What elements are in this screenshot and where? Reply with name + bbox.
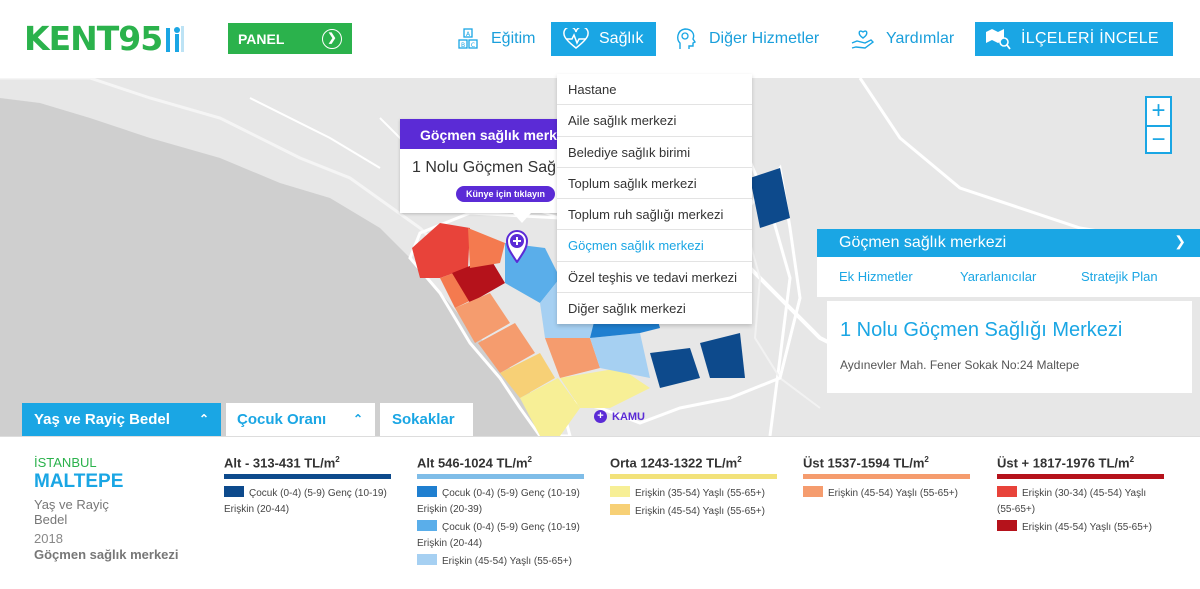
info-panel-body: 1 Nolu Göçmen Sağlığı Merkezi Aydınevler… bbox=[827, 301, 1192, 393]
legend-item: Çocuk (0-4) (5-9) Genç (10-19) Erişkin (… bbox=[224, 486, 387, 516]
kamu-map-label[interactable]: + KAMU bbox=[594, 410, 645, 423]
nav-yardimlar[interactable]: Yardımlar bbox=[850, 22, 954, 56]
legend-bar bbox=[803, 474, 970, 480]
legend-item: Erişkin (45-54) Yaşlı (55-65+) bbox=[803, 486, 970, 502]
legend-column: Alt 546-1024 TL/m2 Çocuk (0-4) (5-9) Gen… bbox=[417, 455, 584, 572]
facility-title: 1 Nolu Göçmen Sağlığı Merkezi bbox=[840, 319, 1123, 341]
panel-button-label: PANEL bbox=[238, 31, 285, 47]
logo-number: 95 bbox=[118, 19, 163, 58]
kamu-label-text: KAMU bbox=[612, 410, 645, 423]
dropdown-item[interactable]: Toplum ruh sağlığı merkezi bbox=[557, 199, 752, 231]
legend-subtitle: Yaş ve Rayiç Bedel bbox=[34, 497, 109, 527]
helping-hand-icon bbox=[850, 26, 876, 52]
tab-cocuk-orani[interactable]: Çocuk Oranı ⌃ bbox=[226, 403, 375, 436]
legend-item: Erişkin (35-54) Yaşlı (55-65+) bbox=[610, 486, 777, 502]
popup-tail bbox=[513, 213, 531, 223]
tab-sokaklar-label: Sokaklar bbox=[392, 411, 455, 428]
map-legend: İSTANBUL MALTEPE Yaş ve Rayiç Bedel 2018… bbox=[0, 436, 1200, 589]
info-panel-header[interactable]: Göçmen sağlık merkezi ❯ bbox=[817, 229, 1200, 257]
nav-saglik[interactable]: Sağlık bbox=[551, 22, 656, 56]
heartbeat-icon bbox=[563, 26, 589, 52]
zoom-control: + − bbox=[1145, 96, 1172, 154]
legend-bar bbox=[224, 474, 391, 480]
districts-button[interactable]: İLÇELERİ İNCELE bbox=[975, 22, 1173, 56]
chevron-up-icon: ⌃ bbox=[352, 412, 363, 426]
nav-egitim[interactable]: ABC Eğitim bbox=[455, 22, 535, 56]
tab-stratejik-plan[interactable]: Stratejik Plan bbox=[1081, 269, 1158, 284]
tab-yas-label: Yaş ve Rayiç Bedel bbox=[34, 411, 170, 428]
legend-heading: Alt 546-1024 TL/m2 bbox=[417, 455, 532, 471]
abc-blocks-icon: ABC bbox=[455, 26, 481, 52]
legend-layer: Göçmen sağlık merkezi bbox=[34, 547, 179, 562]
nav-diger-label: Diğer Hizmetler bbox=[709, 30, 820, 47]
legend-item: Erişkin (45-54) Yaşlı (55-65+) bbox=[997, 520, 1164, 536]
nav-yardimlar-label: Yardımlar bbox=[886, 30, 955, 47]
legend-column: Alt - 313-431 TL/m2 Çocuk (0-4) (5-9) Ge… bbox=[224, 455, 391, 520]
legend-column: Üst 1537-1594 TL/m2 Erişkin (45-54) Yaşl… bbox=[803, 455, 970, 504]
panel-button[interactable]: PANEL ❯ bbox=[228, 23, 352, 54]
legend-column: Orta 1243-1322 TL/m2 Erişkin (35-54) Yaş… bbox=[610, 455, 777, 522]
legend-location: İSTANBUL MALTEPE Yaş ve Rayiç Bedel 2018… bbox=[34, 455, 184, 562]
popup-facility-name: 1 Nolu Göçmen Sağlığı Merkezi bbox=[412, 159, 575, 176]
svg-text:C: C bbox=[471, 42, 475, 49]
kent95-logo[interactable]: KENT 95 bbox=[24, 22, 186, 56]
saglik-dropdown: Hastane Aile sağlık merkezi Belediye sağ… bbox=[557, 74, 752, 325]
tab-yas-rayic-bedel[interactable]: Yaş ve Rayiç Bedel ⌃ bbox=[22, 403, 221, 436]
legend-item: Erişkin (45-54) Yaşlı (55-65+) bbox=[417, 554, 584, 570]
legend-heading: Üst 1537-1594 TL/m2 bbox=[803, 455, 929, 471]
logo-figure-icon bbox=[164, 24, 186, 54]
map-marker-icon[interactable] bbox=[505, 229, 529, 268]
map-popup: Göçmen sağlık merkezi 1 Nolu Göçmen Sağl… bbox=[400, 119, 575, 223]
legend-column: Üst + 1817-1976 TL/m2 Erişkin (30-34) (4… bbox=[997, 455, 1164, 538]
tab-yararlanicilar[interactable]: Yararlanıcılar bbox=[960, 269, 1036, 284]
svg-text:B: B bbox=[461, 42, 465, 49]
facility-address: Aydınevler Mah. Fener Sokak No:24 Maltep… bbox=[840, 358, 1080, 372]
legend-heading: Alt - 313-431 TL/m2 bbox=[224, 455, 340, 471]
info-panel-title: Göçmen sağlık merkezi bbox=[839, 234, 1007, 251]
legend-item: Erişkin (45-54) Yaşlı (55-65+) bbox=[610, 504, 777, 520]
dropdown-item[interactable]: Diğer sağlık merkezi bbox=[557, 293, 752, 324]
nav-saglik-label: Sağlık bbox=[599, 30, 644, 47]
legend-district: MALTEPE bbox=[34, 471, 124, 492]
map-search-icon bbox=[985, 26, 1011, 52]
tab-cocuk-label: Çocuk Oranı bbox=[237, 411, 327, 428]
plus-circle-icon: + bbox=[594, 410, 607, 423]
legend-bar bbox=[997, 474, 1164, 480]
logo-text: KENT bbox=[24, 19, 119, 58]
legend-city: İSTANBUL bbox=[34, 455, 97, 470]
top-header: KENT 95 PANEL ❯ ABC Eğitim Sağlık Diğer H… bbox=[0, 0, 1200, 78]
dropdown-item[interactable]: Belediye sağlık birimi bbox=[557, 137, 752, 168]
popup-title: Göçmen sağlık merkezi bbox=[400, 119, 575, 149]
dropdown-item[interactable]: Aile sağlık merkezi bbox=[557, 105, 752, 137]
legend-bar bbox=[417, 474, 584, 480]
dropdown-item[interactable]: Hastane bbox=[557, 74, 752, 106]
legend-item: Erişkin (30-34) (45-54) Yaşlı (55-65+) bbox=[997, 486, 1147, 516]
legend-item: Çocuk (0-4) (5-9) Genç (10-19) Erişkin (… bbox=[417, 486, 580, 516]
nav-egitim-label: Eğitim bbox=[491, 30, 536, 47]
legend-year: 2018 bbox=[34, 531, 63, 546]
chevron-up-icon: ⌃ bbox=[198, 412, 209, 426]
dropdown-item-active[interactable]: Göçmen sağlık merkezi bbox=[557, 230, 752, 262]
chevron-right-icon: ❯ bbox=[322, 29, 342, 49]
legend-heading: Üst + 1817-1976 TL/m2 bbox=[997, 455, 1135, 471]
tab-sokaklar[interactable]: Sokaklar bbox=[380, 403, 473, 436]
legend-item: Çocuk (0-4) (5-9) Genç (10-19) Erişkin (… bbox=[417, 520, 580, 550]
legend-heading: Orta 1243-1322 TL/m2 bbox=[610, 455, 742, 471]
head-gear-icon bbox=[673, 26, 699, 52]
legend-bar bbox=[610, 474, 777, 480]
chevron-down-icon[interactable]: ❯ bbox=[1174, 233, 1186, 250]
info-panel-tabs: Ek Hizmetler Yararlanıcılar Stratejik Pl… bbox=[817, 257, 1200, 297]
dropdown-item[interactable]: Özel teşhis ve tedavi merkezi bbox=[557, 262, 752, 294]
districts-button-label: İLÇELERİ İNCELE bbox=[1021, 30, 1159, 47]
zoom-out-button[interactable]: − bbox=[1147, 125, 1170, 152]
popup-info-link[interactable]: Künye için tıklayın bbox=[456, 186, 556, 202]
nav-diger-hizmetler[interactable]: Diğer Hizmetler bbox=[673, 22, 819, 56]
tab-ek-hizmetler[interactable]: Ek Hizmetler bbox=[839, 269, 913, 284]
zoom-in-button[interactable]: + bbox=[1147, 98, 1170, 125]
dropdown-item[interactable]: Toplum sağlık merkezi bbox=[557, 168, 752, 200]
